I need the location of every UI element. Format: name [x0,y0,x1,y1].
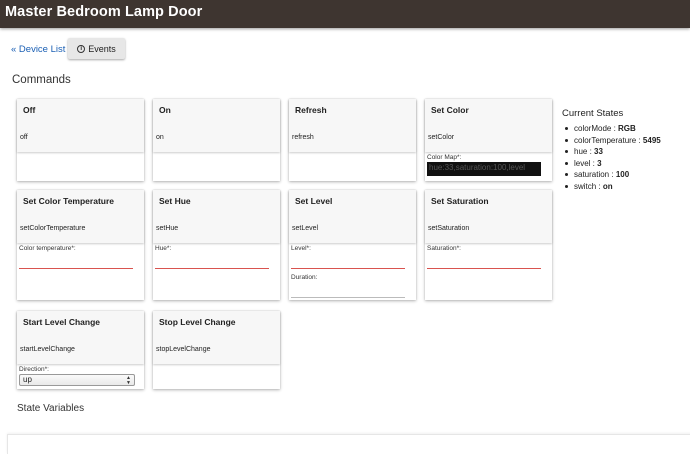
command-name: Start Level Change [23,317,100,327]
state-key: colorTemperature [574,135,637,145]
state-key: level [574,158,591,168]
state-value: 33 [594,147,603,156]
state-item: switch : on [565,181,661,193]
saturation-input[interactable] [427,261,541,269]
state-item: saturation : 100 [565,169,661,181]
state-value: on [602,181,613,191]
command-method: setLevel [292,225,319,232]
command-card-off: Off off [17,99,144,181]
state-variables-panel [7,434,690,454]
state-key: saturation [574,170,610,179]
top-bar: Master Bedroom Lamp Door [0,0,690,28]
events-button-label: Events [88,43,116,54]
saturation-label: Saturation*: [427,245,461,252]
command-method: setHue [156,225,179,232]
command-button-start-level-change[interactable]: Start Level Change startLevelChange [17,311,144,364]
state-key: colorMode [574,124,612,133]
command-name: Off [23,105,36,115]
commands-title: Commands [12,74,71,86]
command-button-on[interactable]: On on [153,99,280,152]
command-button-refresh[interactable]: Refresh refresh [289,99,416,152]
command-button-off[interactable]: Off off [17,99,144,152]
command-method: stopLevelChange [156,346,211,353]
command-button-set-saturation[interactable]: Set Saturation setSaturation [425,190,552,243]
state-value: 3 [597,158,602,168]
command-method: refresh [292,134,314,141]
command-method: setColorTemperature [20,225,86,232]
command-card-set-color: Set Color setColor Color Map*: hue:33,sa… [425,99,552,181]
command-card-on: On on [153,99,280,181]
command-name: Set Color Temperature [23,196,115,206]
state-item: hue : 33 [565,146,661,158]
command-name: Set Level [295,196,333,206]
color-temperature-label: Color temperature*: [19,245,76,252]
command-card-set-saturation: Set Saturation setSaturation Saturation*… [425,190,552,300]
command-button-set-hue[interactable]: Set Hue setHue [153,190,280,243]
current-states-panel: Current States colorMode : RGB colorTemp… [562,108,661,192]
events-button[interactable]: i Events [68,38,125,59]
state-value: 100 [615,170,630,179]
command-card-set-level: Set Level setLevel Level*: Duration: [289,190,416,300]
direction-label: Direction*: [19,366,49,373]
command-card-set-hue: Set Hue setHue Hue*: [153,190,280,300]
command-name: On [159,105,171,115]
command-method: off [20,134,28,141]
state-item: colorMode : RGB [565,123,661,135]
device-list-link[interactable]: « Device List [11,44,65,55]
command-method: setColor [428,134,455,141]
select-arrows-icon: ▲ ▼ [126,375,131,386]
state-item: colorTemperature : 5495 [565,135,661,145]
state-key: switch [574,181,597,191]
command-card-stop-level-change: Stop Level Change stopLevelChange [153,311,280,389]
command-method: on [156,134,164,141]
state-value: 5495 [642,135,661,145]
command-name: Set Saturation [431,196,489,206]
color-map-label: Color Map*: [427,154,462,161]
command-name: Set Color [431,105,469,115]
info-icon: i [77,44,86,53]
current-states-list: colorMode : RGB colorTemperature : 5495 … [562,123,661,192]
command-button-set-color[interactable]: Set Color setColor [425,99,552,152]
level-input[interactable] [291,261,405,269]
command-card-start-level-change: Start Level Change startLevelChange Dire… [17,311,144,389]
duration-label: Duration: [291,274,318,281]
command-method: startLevelChange [20,346,75,353]
command-card-set-color-temperature: Set Color Temperature setColorTemperatur… [17,190,144,300]
command-button-stop-level-change[interactable]: Stop Level Change stopLevelChange [153,311,280,364]
direction-select[interactable]: up ▲ ▼ [19,374,135,386]
state-item: level : 3 [565,158,661,170]
state-key: hue [574,147,588,156]
hue-input[interactable] [155,261,269,269]
state-value: RGB [618,124,636,133]
state-variables-title: State Variables [17,403,85,414]
command-method: setSaturation [428,225,470,232]
hue-label: Hue*: [155,245,172,252]
current-states-title: Current States [562,108,624,119]
command-name: Set Hue [159,196,191,206]
color-temperature-input[interactable] [19,261,133,269]
page-title: Master Bedroom Lamp Door [5,4,203,20]
command-button-set-color-temperature[interactable]: Set Color Temperature setColorTemperatur… [17,190,144,243]
command-name: Stop Level Change [159,317,236,327]
duration-input[interactable] [291,290,405,298]
command-name: Refresh [295,105,327,115]
command-button-set-level[interactable]: Set Level setLevel [289,190,416,243]
direction-select-value: up [23,375,32,384]
command-card-refresh: Refresh refresh [289,99,416,181]
color-map-input[interactable]: hue:33,saturation:100,level [427,162,541,176]
level-label: Level*: [291,245,311,252]
